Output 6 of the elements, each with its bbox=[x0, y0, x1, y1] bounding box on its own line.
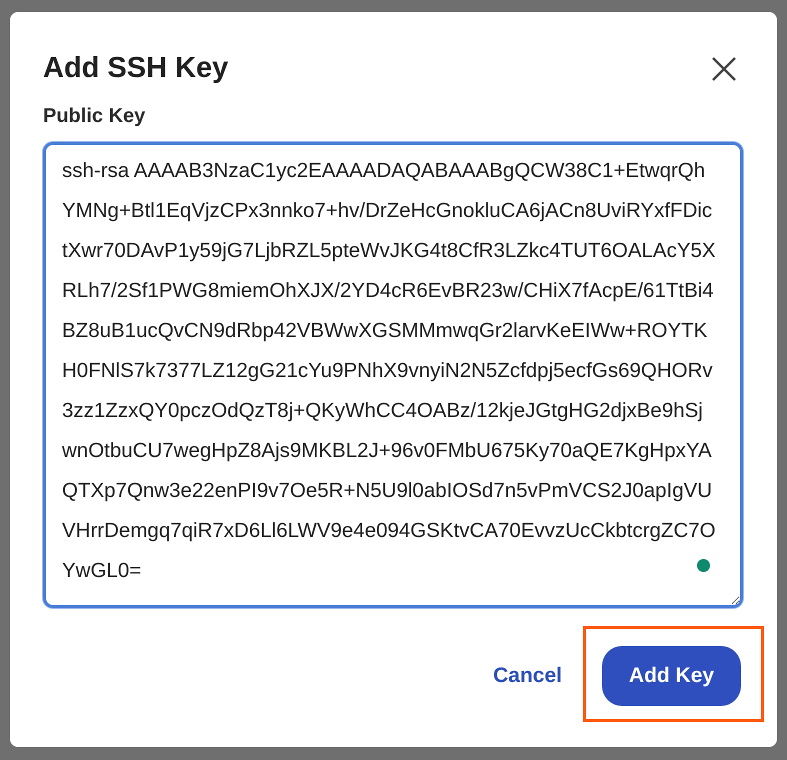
field-label: Public Key bbox=[43, 105, 146, 128]
dialog-title: Add SSH Key bbox=[43, 52, 228, 85]
key-input-field[interactable]: ssh-rsa AAAAB3NzaC1yc2EAAAADAQABAAABgQCW38C1+EtwqrQhYMNg+Btl1EqVjzCPx3nnko7+hv/DrZeHcGnokluCA6jACn8UviRYxfFDictXwr70DAvP1y59jG7LjbRZL5pteWvJKG4t8CfR3LZkc4TUT6OALAcY5XRLh7/2Sf1PWG8miemOhXJX/2YD4cR6EvBR23w/CHiX7fAcpE/61TtBi4BZ8uB1ucQvCN9dRbp42VBWwXGSMMmwqGr2larvKeEIWw+ROYTKH0FNlS7k7377LZ12gG21cYu9PNhX9vnyiN2N5Zcfdpj5ecfGs69QHORv3zz1ZzxQY0pczOdQzT8j+QKyWhCC4OABz/12kjeJGtgHG2djxBe9hSjwnOtbuCU7wegHpZ8Ajs9MKBL2J+96v0FMbU675Ky70aQE7KgHpxYAQTXp7Qnw3e22enPI9v7Oe5R+N5U9l0abIOSd7n5vPmVCS2J0apIgVUVHrrDemgq7qiR7xD6Ll6LWV9e4e094GSKtvCA70EvvzUcCkbtcrgZC7OYwGL0= bbox=[43, 142, 743, 608]
cancel-link[interactable]: Cancel bbox=[491, 660, 564, 692]
add-key-button[interactable]: Add Key bbox=[602, 646, 741, 706]
close-icon[interactable] bbox=[711, 56, 737, 82]
